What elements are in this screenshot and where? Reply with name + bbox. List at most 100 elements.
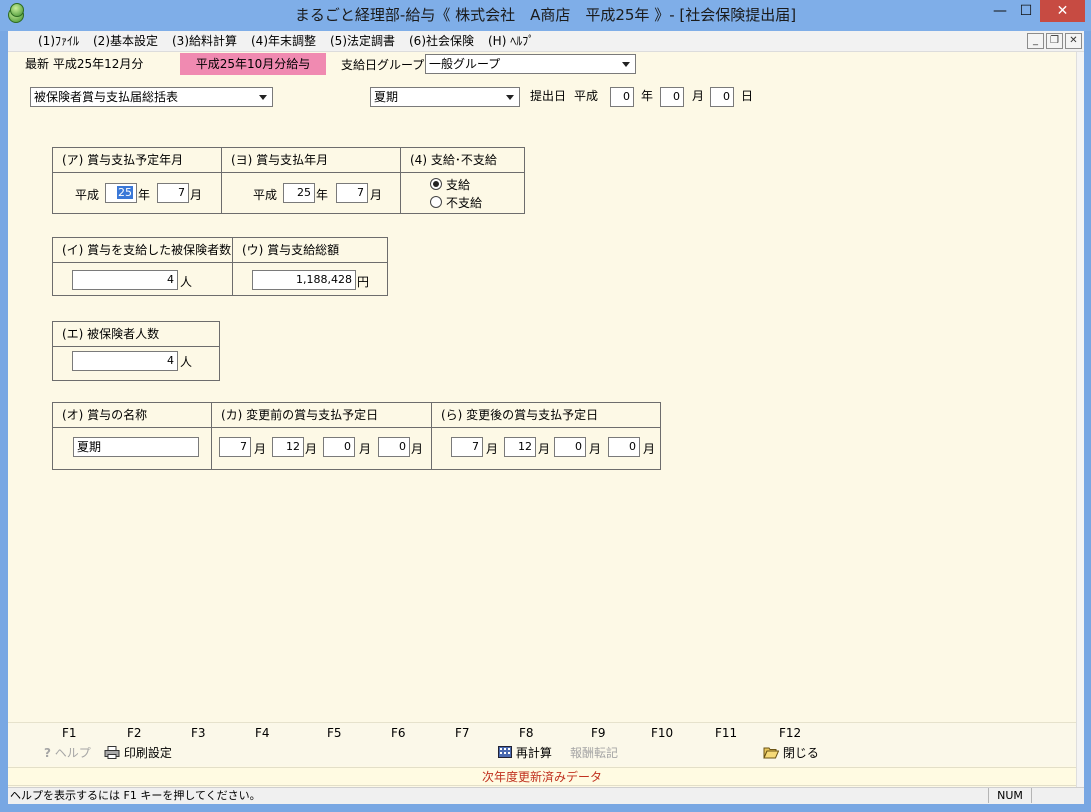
submission-year-unit: 年	[641, 89, 654, 103]
actual-month-unit: 月	[370, 188, 383, 202]
menu-payroll[interactable]: (3)給料計算	[172, 33, 237, 50]
mdi-close-button[interactable]: ✕	[1065, 33, 1082, 49]
insured-count-title: (エ) 被保険者人数	[53, 322, 219, 347]
before-day1-input[interactable]: 12	[272, 437, 304, 457]
mdi-minimize-button[interactable]: _	[1027, 33, 1044, 49]
recalculate-button[interactable]: 再計算	[498, 744, 552, 761]
actual-year-unit: 年	[316, 188, 329, 202]
latest-period-label: 最新 平成25年12月分	[25, 57, 144, 71]
before-month2-input[interactable]: 0	[323, 437, 355, 457]
bonus-type-value: 夏期	[374, 90, 399, 104]
after-day1-input[interactable]: 12	[504, 437, 536, 457]
fkey-label-f2: F2	[127, 726, 142, 740]
pay-group-select[interactable]: 一般グループ	[425, 54, 636, 74]
submission-era-label: 平成	[574, 89, 599, 103]
minimize-button[interactable]: —	[988, 0, 1012, 22]
fkey-label-f1: F1	[62, 726, 77, 740]
close-form-label: 閉じる	[782, 746, 819, 760]
vertical-scrollbar[interactable]	[1076, 52, 1084, 787]
fkey-label-f8: F8	[519, 726, 534, 740]
after-unit-2: 月	[538, 442, 551, 456]
after-unit-1: 月	[486, 442, 499, 456]
chevron-down-icon	[259, 95, 267, 100]
bonus-name-box: (オ) 賞与の名称	[52, 402, 212, 470]
actual-month-input[interactable]: 7	[336, 183, 368, 203]
form-type-select[interactable]: 被保険者賞与支払届総括表	[30, 87, 273, 107]
maximize-button[interactable]: ☐	[1013, 0, 1039, 22]
insured-paid-count-unit: 人	[180, 275, 193, 289]
bonus-type-select[interactable]: 夏期	[370, 87, 520, 107]
after-day2-input[interactable]: 0	[608, 437, 640, 457]
current-period-badge: 平成25年10月分給与	[180, 53, 326, 75]
menu-bar	[8, 31, 1084, 52]
close-button[interactable]: ✕	[1040, 0, 1085, 22]
menu-year-end[interactable]: (4)年末調整	[251, 33, 316, 50]
print-setup-button[interactable]: 印刷設定	[104, 744, 172, 761]
insured-paid-count-input[interactable]: 4	[72, 270, 178, 290]
menu-legal-reports[interactable]: (5)法定調書	[330, 33, 395, 50]
after-month2-input[interactable]: 0	[554, 437, 586, 457]
before-change-title: (カ) 変更前の賞与支払予定日	[212, 403, 431, 428]
chevron-down-icon	[622, 62, 630, 67]
submission-month-unit: 月	[692, 89, 705, 103]
before-unit-1: 月	[254, 442, 267, 456]
fkey-label-f5: F5	[327, 726, 342, 740]
bonus-total-input[interactable]: 1,188,428	[252, 270, 356, 290]
before-day2-input[interactable]: 0	[378, 437, 410, 457]
help-fkey-label: ヘルプ	[54, 746, 91, 760]
help-icon: ?	[44, 746, 51, 760]
before-month1-input[interactable]: 7	[219, 437, 251, 457]
after-change-title: (ら) 変更後の賞与支払予定日	[432, 403, 660, 428]
scheduled-year-input[interactable]: 25	[105, 183, 137, 203]
scheduled-month-input[interactable]: 7	[157, 183, 189, 203]
chevron-down-icon	[506, 95, 514, 100]
fkey-label-f7: F7	[455, 726, 470, 740]
help-fkey-button[interactable]: ? ヘルプ	[44, 744, 91, 761]
bonus-name-title: (オ) 賞与の名称	[53, 403, 211, 428]
paid-radio[interactable]	[430, 178, 442, 190]
transfer-button[interactable]: 報酬転記	[570, 744, 618, 761]
document-icon[interactable]	[10, 3, 24, 17]
mdi-restore-button[interactable]: ❐	[1046, 33, 1063, 49]
menu-help[interactable]: (H) ﾍﾙﾌﾟ	[488, 33, 534, 50]
unpaid-radio[interactable]	[430, 196, 442, 208]
fkey-label-f9: F9	[591, 726, 606, 740]
submission-year-input[interactable]: 0	[610, 87, 634, 107]
paid-label: 支給	[446, 178, 471, 192]
menu-basic-settings[interactable]: (2)基本設定	[93, 33, 158, 50]
recalculate-label: 再計算	[515, 746, 552, 760]
before-unit-3: 月	[359, 442, 372, 456]
fkey-label-f3: F3	[191, 726, 206, 740]
after-change-box: (ら) 変更後の賞与支払予定日	[431, 402, 661, 470]
before-unit-4: 月	[411, 442, 424, 456]
submission-month-input[interactable]: 0	[660, 87, 684, 107]
scheduled-year-unit: 年	[138, 188, 151, 202]
form-type-value: 被保険者賞与支払届総括表	[34, 90, 179, 104]
payment-status-title: (4) 支給･不支給	[401, 148, 524, 173]
fkey-label-f10: F10	[651, 726, 674, 740]
bonus-total-unit: 円	[357, 275, 370, 289]
fkey-label-f6: F6	[391, 726, 406, 740]
folder-open-icon	[763, 747, 780, 759]
actual-payment-title: (ヨ) 賞与支払年月	[222, 148, 400, 173]
submission-day-unit: 日	[741, 89, 754, 103]
after-month1-input[interactable]: 7	[451, 437, 483, 457]
pay-group-label: 支給日グループ	[341, 58, 425, 72]
window-title: まるごと経理部-給与《 株式会社 A商店 平成25年 》- [社会保険提出届]	[294, 6, 797, 24]
close-form-button[interactable]: 閉じる	[763, 744, 819, 761]
insured-count-input[interactable]: 4	[72, 351, 178, 371]
submission-day-input[interactable]: 0	[710, 87, 734, 107]
menu-file[interactable]: (1)ﾌｧｲﾙ	[38, 33, 79, 50]
scheduled-year-value: 25	[117, 186, 133, 199]
after-unit-4: 月	[643, 442, 656, 456]
menu-social-insurance[interactable]: (6)社会保険	[409, 33, 474, 50]
insured-paid-count-title: (イ) 賞与を支給した被保険者数	[53, 238, 232, 263]
bonus-name-input[interactable]: 夏期	[73, 437, 199, 457]
submission-date-label: 提出日	[530, 89, 567, 103]
pay-group-value: 一般グループ	[429, 57, 501, 71]
actual-year-input[interactable]: 25	[283, 183, 315, 203]
insured-count-unit: 人	[180, 355, 193, 369]
fkey-label-f12: F12	[779, 726, 802, 740]
bonus-total-title: (ウ) 賞与支給総額	[233, 238, 387, 263]
scheduled-payment-box: (ア) 賞与支払予定年月	[52, 147, 222, 214]
